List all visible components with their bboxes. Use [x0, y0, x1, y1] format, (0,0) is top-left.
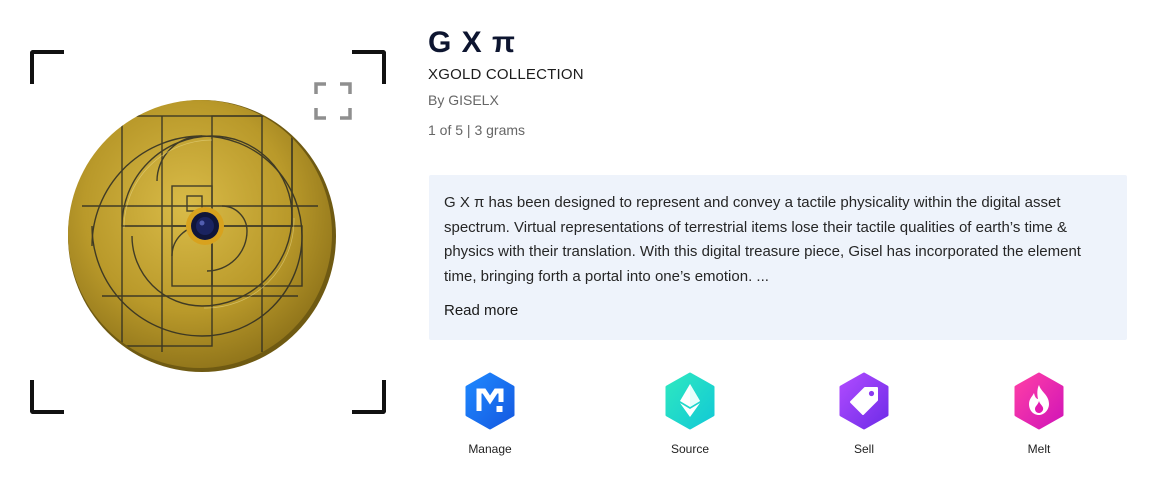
description-panel: G X π has been designed to represent and…: [429, 175, 1127, 340]
source-button[interactable]: Source: [645, 372, 735, 456]
ethereum-icon: [665, 372, 715, 430]
description-text: G X π has been designed to represent and…: [444, 194, 1081, 285]
melt-label: Melt: [1027, 442, 1051, 456]
manage-button[interactable]: Manage: [445, 372, 535, 456]
flame-icon: [1014, 372, 1064, 430]
edition-info: 1 of 5 | 3 grams: [428, 122, 526, 138]
manage-label: Manage: [468, 442, 512, 456]
author-name[interactable]: By GISELX: [428, 92, 499, 108]
melt-button[interactable]: Melt: [994, 372, 1084, 456]
frame-corner-bottom-right: [352, 380, 386, 414]
nft-coin-image[interactable]: [62, 96, 338, 372]
sell-label: Sell: [853, 442, 874, 456]
nft-media-frame: [30, 50, 386, 414]
tag-icon: [839, 372, 889, 430]
manage-icon: [465, 372, 515, 430]
frame-corner-bottom-left: [30, 380, 64, 414]
nft-title: G X π: [428, 26, 516, 59]
action-bar: Manage Source Sell Melt: [429, 372, 1127, 462]
frame-corner-top-left: [30, 50, 64, 84]
source-label: Source: [670, 442, 710, 456]
collection-name[interactable]: XGOLD COLLECTION: [428, 66, 584, 83]
sell-button[interactable]: Sell: [819, 372, 909, 456]
frame-corner-top-right: [352, 50, 386, 84]
read-more-link[interactable]: Read more: [444, 302, 518, 319]
